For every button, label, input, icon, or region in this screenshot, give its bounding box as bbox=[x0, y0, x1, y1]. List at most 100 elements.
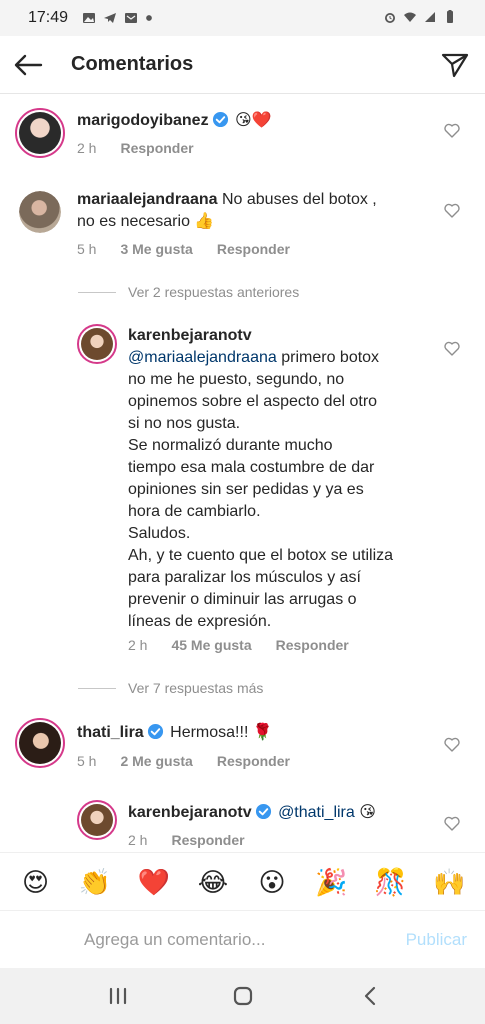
like-button[interactable] bbox=[441, 733, 463, 755]
comment-line: tiempo esa mala costumbre de dar bbox=[128, 459, 375, 476]
emoji-party-popper[interactable]: 🎉 bbox=[311, 867, 351, 897]
comment-line: prevenir o diminuir las arrugas o bbox=[128, 591, 357, 608]
status-system-icons bbox=[383, 10, 457, 24]
heart-outline-icon bbox=[444, 737, 460, 752]
comment-time: 2 h bbox=[128, 832, 148, 848]
share-button[interactable] bbox=[437, 48, 473, 82]
comment-line: Ah, y te cuento que el botox se utiliza bbox=[128, 547, 394, 564]
comment-time: 5 h bbox=[77, 241, 97, 257]
heart-outline-icon bbox=[444, 341, 460, 356]
emoji-heart-eyes[interactable]: 😍 bbox=[16, 867, 56, 897]
avatar-image bbox=[19, 722, 61, 764]
comment-input[interactable]: Agrega un comentario... bbox=[84, 930, 265, 950]
reply-button[interactable]: Responder bbox=[276, 637, 349, 653]
comment-line: Saludos. bbox=[128, 525, 191, 542]
home-icon bbox=[233, 986, 253, 1006]
system-back-button[interactable] bbox=[355, 982, 385, 1010]
emoji-surprised[interactable]: 😮 bbox=[252, 867, 292, 897]
comment-body: karenbejaranotv @mariaalejandraana prime… bbox=[128, 325, 438, 633]
comment-username[interactable]: karenbejaranotv bbox=[128, 327, 252, 344]
like-button[interactable] bbox=[441, 119, 463, 141]
avatar-image bbox=[19, 112, 61, 154]
comment-username[interactable]: mariaalejandraana bbox=[77, 191, 218, 208]
reply-item: karenbejaranotv @thati_lira 😘 2 h Respon… bbox=[0, 792, 485, 852]
image-icon bbox=[83, 13, 95, 23]
likes-count[interactable]: 45 Me gusta bbox=[171, 637, 251, 653]
comment-text: Hermosa!!! 🌹 bbox=[170, 724, 273, 741]
comment-line: hora de cambiarlo. bbox=[128, 503, 261, 520]
comment-meta: 5 h 2 Me gusta Responder bbox=[77, 753, 314, 769]
like-button[interactable] bbox=[441, 199, 463, 221]
comment-time: 2 h bbox=[128, 637, 148, 653]
comment-meta: 5 h 3 Me gusta Responder bbox=[77, 241, 314, 257]
likes-count[interactable]: 3 Me gusta bbox=[120, 241, 192, 257]
like-button[interactable] bbox=[441, 337, 463, 359]
comment-line: opinemos sobre el aspecto del otro bbox=[128, 393, 378, 410]
comment-line: opiniones sin ser pedidas y ya es bbox=[128, 481, 364, 498]
verified-badge-icon bbox=[255, 803, 271, 820]
emoji-joy[interactable]: 😂 bbox=[193, 867, 233, 897]
replies-toggle-label: Ver 2 respuestas anteriores bbox=[128, 284, 300, 300]
view-previous-replies-button[interactable]: Ver 2 respuestas anteriores bbox=[78, 284, 299, 300]
recents-button[interactable] bbox=[103, 982, 133, 1010]
avatar[interactable] bbox=[15, 108, 65, 158]
paper-plane-icon bbox=[441, 53, 469, 78]
comment-line: para paralizar los músculos y así bbox=[128, 569, 361, 586]
emoji-raised-hands[interactable]: 🙌 bbox=[429, 867, 469, 897]
page-title: Comentarios bbox=[71, 53, 194, 75]
dot-icon bbox=[146, 15, 152, 21]
comment-body: mariaalejandraana No abuses del botox , … bbox=[77, 189, 417, 233]
comment-mention[interactable]: @mariaalejandraana bbox=[128, 349, 277, 366]
reply-item: karenbejaranotv @mariaalejandraana prime… bbox=[0, 312, 485, 672]
avatar-image bbox=[81, 804, 113, 836]
quick-emoji-bar: 😍 👏 ❤️ 😂 😮 🎉 🎊 🙌 bbox=[0, 852, 485, 910]
avatar[interactable] bbox=[77, 324, 117, 364]
comment-username[interactable]: karenbejaranotv bbox=[128, 804, 252, 821]
mail-icon bbox=[125, 13, 137, 23]
comment-line: líneas de expresión. bbox=[128, 613, 272, 630]
avatar[interactable] bbox=[77, 800, 117, 840]
replies-divider-line bbox=[78, 687, 116, 689]
avatar-image bbox=[19, 191, 61, 233]
comment-line: si no nos gusta. bbox=[128, 415, 241, 432]
comment-text: 😘 bbox=[359, 804, 376, 821]
comment-username[interactable]: thati_lira bbox=[77, 724, 144, 741]
comment-line: primero botox bbox=[281, 349, 380, 366]
comment-item: marigodoyibanez 😘❤️ 2 h Responder bbox=[0, 94, 485, 174]
reply-button[interactable]: Responder bbox=[217, 241, 290, 257]
reply-button[interactable]: Responder bbox=[217, 753, 290, 769]
emoji-confetti[interactable]: 🎊 bbox=[370, 867, 410, 897]
comment-meta: 2 h 45 Me gusta Responder bbox=[128, 637, 373, 653]
comment-item: mariaalejandraana No abuses del botox , … bbox=[0, 174, 485, 274]
current-user-avatar bbox=[20, 919, 62, 961]
header: Comentarios bbox=[0, 36, 485, 94]
comment-body: karenbejaranotv @thati_lira 😘 bbox=[128, 802, 438, 824]
like-button[interactable] bbox=[441, 812, 463, 834]
telegram-icon bbox=[104, 13, 116, 23]
verified-badge-icon bbox=[212, 111, 228, 128]
avatar[interactable] bbox=[15, 718, 65, 768]
comment-mention[interactable]: @thati_lira bbox=[278, 804, 355, 821]
emoji-red-heart[interactable]: ❤️ bbox=[134, 867, 174, 897]
home-button[interactable] bbox=[228, 982, 258, 1010]
reply-button[interactable]: Responder bbox=[171, 832, 244, 848]
publish-button[interactable]: Publicar bbox=[406, 930, 467, 950]
comment-text-line1: No abuses del botox , bbox=[221, 191, 377, 208]
comment-text: 😘❤️ bbox=[235, 112, 272, 129]
comment-meta: 2 h Responder bbox=[77, 140, 218, 156]
view-more-replies-button[interactable]: Ver 7 respuestas más bbox=[78, 680, 263, 696]
reply-button[interactable]: Responder bbox=[120, 140, 193, 156]
battery-icon bbox=[447, 10, 453, 23]
comment-time: 5 h bbox=[77, 753, 97, 769]
comment-composer: Agrega un comentario... Publicar bbox=[0, 910, 485, 968]
comment-username[interactable]: marigodoyibanez bbox=[77, 112, 209, 129]
replies-divider-line bbox=[78, 291, 116, 293]
back-button[interactable] bbox=[10, 48, 46, 82]
comment-line: no me he puesto, segundo, no bbox=[128, 371, 345, 388]
emoji-clap[interactable]: 👏 bbox=[75, 867, 115, 897]
likes-count[interactable]: 2 Me gusta bbox=[120, 753, 192, 769]
system-nav-bar bbox=[0, 968, 485, 1024]
avatar[interactable] bbox=[19, 191, 61, 233]
verified-badge-icon bbox=[147, 723, 163, 740]
comment-text-line2: no es necesario 👍 bbox=[77, 213, 215, 230]
